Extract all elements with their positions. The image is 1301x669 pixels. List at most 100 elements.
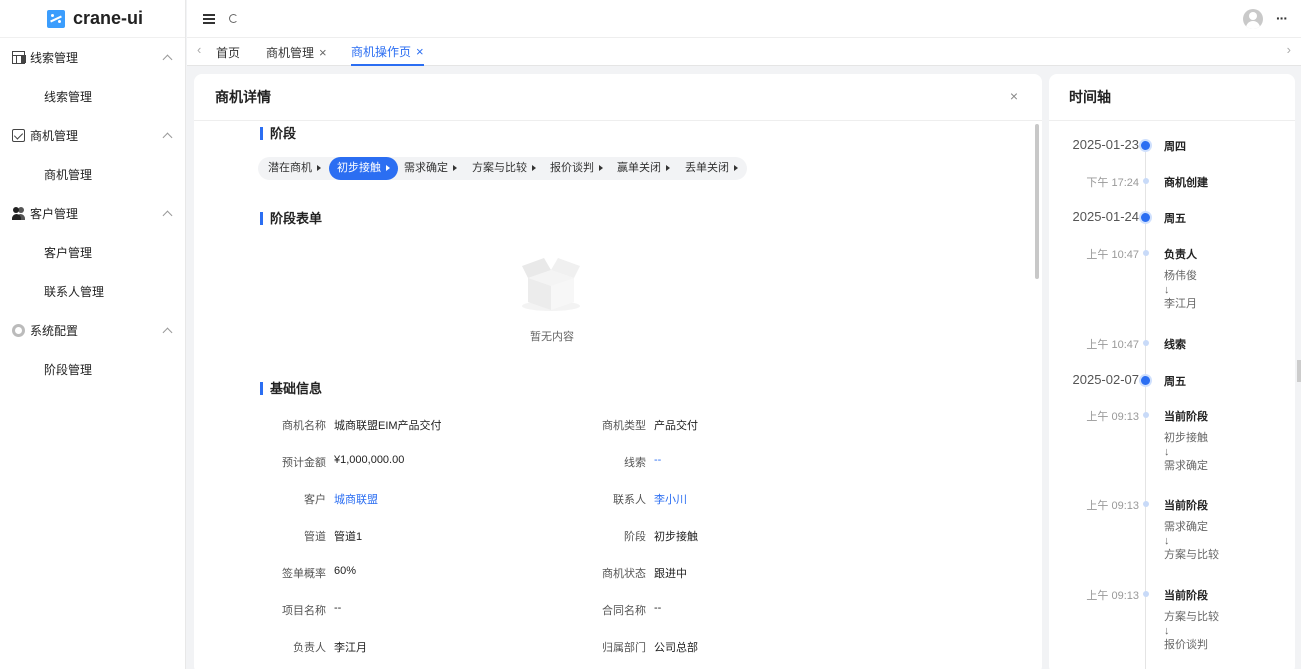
timeline-time: 上午 10:47 (1086, 249, 1139, 261)
app-logo[interactable]: crane-ui (0, 0, 185, 38)
tab-opportunity-management[interactable]: 商机管理 × (266, 38, 327, 66)
caret-right-icon (317, 165, 321, 171)
sidebar-group-label: 线索管理 (30, 51, 79, 65)
sidebar-item-leads[interactable]: 线索管理 (0, 77, 185, 116)
field-label: 管道 (304, 531, 326, 543)
timeline-dot (1143, 178, 1149, 184)
tab-label: 商机管理 (266, 45, 315, 60)
close-icon[interactable]: × (416, 44, 424, 59)
timeline-event-to: 需求确定 (1164, 460, 1208, 472)
sidebar-group-opportunities[interactable]: 商机管理 (0, 116, 185, 155)
close-icon[interactable]: × (1010, 88, 1018, 104)
more-icon[interactable]: ··· (1276, 10, 1288, 26)
field-value: 跟进中 (654, 568, 687, 580)
gear-icon (12, 324, 25, 337)
page-scrollbar[interactable] (1297, 360, 1301, 382)
field-contact: 联系人 李小川 (576, 491, 687, 507)
field-opportunity-type: 商机类型 产品交付 (576, 417, 698, 433)
timeline-event-from: 方案与比较 (1164, 611, 1219, 623)
timeline-event-from: 杨伟俊 (1164, 270, 1197, 282)
sidebar-item-contacts[interactable]: 联系人管理 (0, 272, 185, 311)
sidebar-group-customers[interactable]: 客户管理 (0, 194, 185, 233)
sidebar-item-opportunities[interactable]: 商机管理 (0, 155, 185, 194)
timeline-time: 上午 09:13 (1086, 500, 1139, 512)
timeline-event-title: 当前阶段 (1164, 590, 1208, 602)
chevron-up-icon (162, 327, 173, 337)
avatar[interactable] (1243, 9, 1263, 29)
field-win-probability: 签单概率 60% (256, 565, 356, 581)
section-title-basic-info: 基础信息 (260, 382, 322, 395)
field-lead: 线索 -- (576, 454, 661, 470)
field-label: 预计金额 (282, 457, 326, 469)
stage-steps: 潜在商机 初步接触 需求确定 方案与比较 报价谈判 赢单关闭 丢单关闭 (258, 157, 747, 180)
field-label: 负责人 (293, 642, 326, 654)
field-label: 阶段 (624, 531, 646, 543)
tab-home[interactable]: 首页 (216, 38, 240, 66)
contact-link[interactable]: 李小川 (654, 491, 687, 507)
sidebar-group-settings[interactable]: 系统配置 (0, 311, 185, 350)
stage-step[interactable]: 丢单关闭 (685, 157, 738, 180)
sidebar-group-label: 系统配置 (30, 324, 79, 338)
refresh-icon[interactable] (229, 14, 238, 23)
tab-scroll-right-icon[interactable]: › (1287, 42, 1291, 57)
field-owner: 负责人 李江月 (256, 639, 367, 655)
stage-step-active[interactable]: 初步接触 (329, 157, 398, 180)
tab-opportunity-operation[interactable]: 商机操作页 × (351, 38, 424, 66)
panel-title: 商机详情 (215, 89, 271, 105)
stage-step[interactable]: 方案与比较 (472, 157, 536, 180)
timeline-date: 2025-01-23 (1072, 137, 1140, 152)
timeline-event: 当前阶段 方案与比较 ↓ 报价谈判 (1164, 587, 1219, 652)
scrollbar[interactable] (1035, 124, 1039, 279)
field-opportunity-name: 商机名称 城商联盟EIM产品交付 (256, 417, 442, 433)
chevron-up-icon (162, 54, 173, 64)
opportunity-detail-panel: 商机详情 × 阶段 潜在商机 初步接触 需求确定 方案与比较 报价谈判 赢单关闭… (194, 74, 1042, 669)
timeline-event-to: 李江月 (1164, 298, 1197, 310)
users-icon (12, 207, 25, 220)
field-opportunity-status: 商机状态 跟进中 (576, 565, 687, 581)
field-expected-amount: 预计金额 ¥1,000,000.00 (256, 454, 404, 470)
timeline-event-title: 负责人 (1164, 249, 1197, 261)
sidebar-item-stages[interactable]: 阶段管理 (0, 350, 185, 389)
stage-label: 赢单关闭 (617, 162, 661, 174)
field-value: -- (654, 602, 662, 614)
field-value: 产品交付 (654, 420, 698, 432)
caret-right-icon (666, 165, 670, 171)
sidebar-group-leads[interactable]: 线索管理 (0, 38, 185, 77)
section-title-stage-form: 阶段表单 (260, 212, 322, 225)
field-value: 管道1 (334, 531, 363, 543)
field-value: ¥1,000,000.00 (334, 454, 405, 466)
timeline-dot (1143, 412, 1149, 418)
field-customer: 客户 城商联盟 (256, 491, 378, 507)
stage-step[interactable]: 潜在商机 (268, 157, 321, 180)
panel-header: 商机详情 × (194, 74, 1042, 121)
stage-label: 初步接触 (337, 162, 381, 174)
caret-right-icon (386, 165, 390, 171)
sidebar-group-label: 商机管理 (30, 129, 79, 143)
stage-step[interactable]: 需求确定 (404, 157, 457, 180)
field-value: -- (334, 602, 342, 614)
stage-step[interactable]: 报价谈判 (550, 157, 603, 180)
timeline-weekday: 周五 (1164, 376, 1186, 388)
chevron-up-icon (162, 132, 173, 142)
logo-icon (47, 9, 65, 28)
table-icon (12, 51, 25, 64)
field-stage: 阶段 初步接触 (576, 528, 698, 544)
timeline-event-to: 方案与比较 (1164, 549, 1219, 561)
lead-link[interactable]: -- (654, 454, 661, 470)
field-label: 线索 (624, 457, 646, 469)
close-icon[interactable]: × (319, 45, 327, 60)
caret-right-icon (599, 165, 603, 171)
field-label: 合同名称 (602, 605, 646, 617)
stage-label: 潜在商机 (268, 162, 312, 174)
customer-link[interactable]: 城商联盟 (334, 491, 378, 507)
sidebar-item-customers[interactable]: 客户管理 (0, 233, 185, 272)
arrow-down-icon: ↓ (1164, 625, 1170, 637)
field-label: 联系人 (613, 494, 646, 506)
field-label: 项目名称 (282, 605, 326, 617)
stage-label: 丢单关闭 (685, 162, 729, 174)
stage-step[interactable]: 赢单关闭 (617, 157, 670, 180)
tab-scroll-left-icon[interactable]: ‹ (197, 42, 201, 57)
chevron-up-icon (162, 210, 173, 220)
field-value: 城商联盟EIM产品交付 (334, 420, 442, 432)
menu-toggle-icon[interactable] (203, 13, 215, 24)
